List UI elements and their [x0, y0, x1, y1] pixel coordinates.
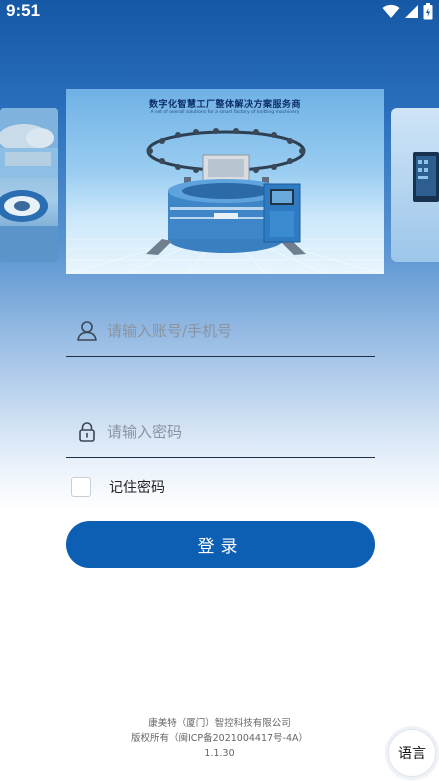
lock-icon	[79, 422, 95, 442]
password-field[interactable]	[66, 417, 375, 458]
knitting-machine-image	[66, 128, 384, 274]
footer: 康美特（厦门）智控科技有限公司 版权所有（闽ICP备2021004417号-4A…	[0, 716, 439, 761]
banner-slide-next[interactable]	[391, 108, 439, 262]
remember-password-label: 记住密码	[109, 480, 165, 496]
footer-company: 康美特（厦门）智控科技有限公司	[148, 718, 291, 729]
username-input[interactable]	[107, 318, 367, 344]
remember-password-row[interactable]: 记住密码	[71, 475, 165, 499]
password-input[interactable]	[107, 419, 367, 445]
signal-icon	[405, 5, 418, 18]
machine-partial-image	[0, 108, 58, 262]
status-bar: 9:51	[0, 0, 439, 24]
footer-copyright: 版权所有（闽ICP备2021004417号-4A）	[130, 733, 309, 744]
language-button[interactable]: 语言	[388, 729, 436, 777]
status-icons	[382, 3, 433, 20]
username-field[interactable]	[66, 316, 375, 357]
wifi-icon	[382, 4, 400, 18]
banner-slide-current[interactable]: 数字化智慧工厂整体解决方案服务商 A set of overall soluti…	[66, 89, 384, 274]
user-icon	[77, 321, 97, 341]
footer-version: 1.1.30	[204, 748, 235, 759]
remember-password-checkbox[interactable]	[71, 477, 91, 497]
banner-slide-previous[interactable]	[0, 108, 58, 262]
battery-icon	[423, 3, 433, 20]
status-time: 9:51	[6, 1, 41, 20]
control-panel-partial-image	[413, 152, 439, 202]
login-button[interactable]: 登录	[66, 521, 375, 568]
